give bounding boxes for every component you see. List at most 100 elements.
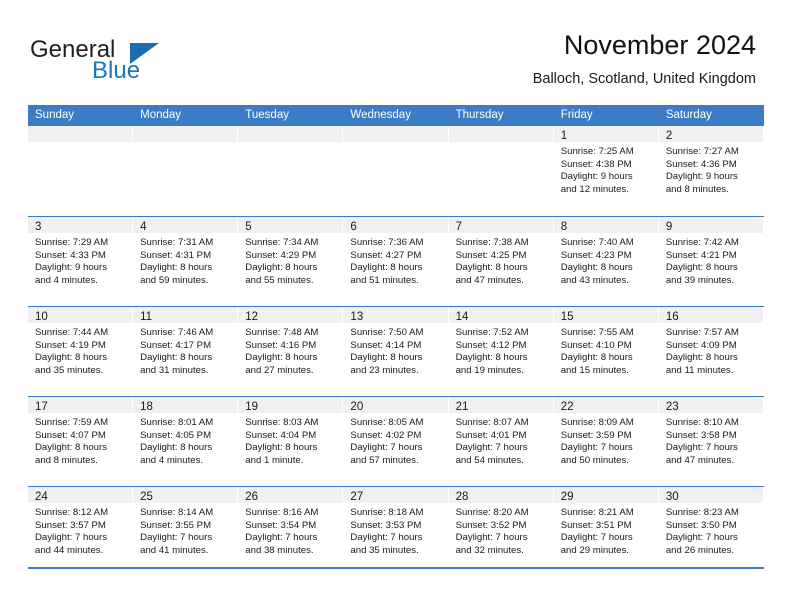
- day-info: Sunrise: 7:44 AM Sunset: 4:19 PM Dayligh…: [28, 323, 132, 377]
- daylight-text-line1: Daylight: 8 hours: [35, 442, 107, 454]
- day-cell[interactable]: 24 Sunrise: 8:12 AM Sunset: 3:57 PM Dayl…: [28, 487, 134, 576]
- day-number-band: [343, 126, 448, 142]
- day-cell[interactable]: 22 Sunrise: 8:09 AM Sunset: 3:59 PM Dayl…: [553, 397, 659, 486]
- day-info: Sunrise: 7:55 AM Sunset: 4:10 PM Dayligh…: [554, 323, 658, 377]
- week-row: 10 Sunrise: 7:44 AM Sunset: 4:19 PM Dayl…: [28, 306, 764, 396]
- sunset-text: Sunset: 4:27 PM: [350, 249, 422, 261]
- day-number: 16: [665, 311, 679, 323]
- day-number-band: 1: [553, 126, 658, 142]
- day-number-band: 8: [553, 217, 658, 233]
- day-cell[interactable]: 12 Sunrise: 7:48 AM Sunset: 4:16 PM Dayl…: [238, 307, 344, 396]
- daylight-text-line2: and 31 minutes.: [140, 364, 209, 376]
- day-number: [449, 130, 456, 142]
- daylight-text-line2: and 8 minutes.: [35, 454, 98, 466]
- day-cell[interactable]: 3 Sunrise: 7:29 AM Sunset: 4:33 PM Dayli…: [28, 217, 134, 306]
- day-number-band: 6: [343, 217, 448, 233]
- logo-text-blue: Blue: [92, 57, 141, 84]
- sunset-text: Sunset: 4:16 PM: [245, 339, 317, 351]
- day-cell[interactable]: 19 Sunrise: 8:03 AM Sunset: 4:04 PM Dayl…: [238, 397, 344, 486]
- day-cell[interactable]: 16 Sunrise: 7:57 AM Sunset: 4:09 PM Dayl…: [658, 307, 764, 396]
- sunset-text: Sunset: 3:57 PM: [35, 519, 106, 531]
- day-cell[interactable]: 18 Sunrise: 8:01 AM Sunset: 4:05 PM Dayl…: [133, 397, 239, 486]
- day-number: 13: [350, 311, 364, 323]
- day-cell[interactable]: 6 Sunrise: 7:36 AM Sunset: 4:27 PM Dayli…: [343, 217, 449, 306]
- day-cell[interactable]: 30 Sunrise: 8:23 AM Sunset: 3:50 PM Dayl…: [658, 487, 764, 576]
- day-cell[interactable]: 2 Sunrise: 7:27 AM Sunset: 4:36 PM Dayli…: [658, 126, 764, 216]
- day-info: Sunrise: 8:05 AM Sunset: 4:02 PM Dayligh…: [343, 413, 447, 467]
- day-cell[interactable]: 27 Sunrise: 8:18 AM Sunset: 3:53 PM Dayl…: [343, 487, 449, 576]
- day-cell: [448, 126, 554, 216]
- daylight-text-line1: Daylight: 8 hours: [245, 262, 318, 274]
- day-cell[interactable]: 23 Sunrise: 8:10 AM Sunset: 3:58 PM Dayl…: [658, 397, 764, 486]
- day-cell[interactable]: 8 Sunrise: 7:40 AM Sunset: 4:23 PM Dayli…: [553, 217, 659, 306]
- day-cell[interactable]: 7 Sunrise: 7:38 AM Sunset: 4:25 PM Dayli…: [448, 217, 554, 306]
- day-number: 27: [350, 491, 364, 503]
- daylight-text-line1: Daylight: 7 hours: [560, 442, 633, 454]
- day-number: 29: [560, 491, 574, 503]
- weekday-header-wednesday: Wednesday: [350, 109, 411, 121]
- day-cell[interactable]: 21 Sunrise: 8:07 AM Sunset: 4:01 PM Dayl…: [448, 397, 554, 486]
- daylight-text-line1: Daylight: 9 hours: [665, 171, 738, 183]
- daylight-text-line2: and 26 minutes.: [665, 544, 735, 556]
- day-cell: [343, 126, 449, 216]
- day-cell[interactable]: 26 Sunrise: 8:16 AM Sunset: 3:54 PM Dayl…: [238, 487, 344, 576]
- day-number-band: 10: [28, 307, 133, 323]
- week-row: 3 Sunrise: 7:29 AM Sunset: 4:33 PM Dayli…: [28, 216, 764, 306]
- sunrise-text: Sunrise: 7:25 AM: [560, 146, 634, 157]
- sunrise-text: Sunrise: 8:23 AM: [665, 507, 739, 518]
- day-info: Sunrise: 7:46 AM Sunset: 4:17 PM Dayligh…: [133, 323, 237, 377]
- daylight-text-line2: and 15 minutes.: [560, 364, 629, 376]
- day-number-band: 3: [28, 217, 133, 233]
- day-cell[interactable]: 13 Sunrise: 7:50 AM Sunset: 4:14 PM Dayl…: [343, 307, 449, 396]
- day-info: Sunrise: 8:23 AM Sunset: 3:50 PM Dayligh…: [659, 503, 763, 557]
- sunset-text: Sunset: 4:17 PM: [140, 339, 212, 351]
- day-number-band: 30: [658, 487, 763, 503]
- day-number: [133, 130, 140, 142]
- day-cell[interactable]: 11 Sunrise: 7:46 AM Sunset: 4:17 PM Dayl…: [133, 307, 239, 396]
- daylight-text-line2: and 43 minutes.: [560, 274, 629, 286]
- daylight-text-line1: Daylight: 8 hours: [665, 352, 738, 364]
- day-cell[interactable]: 17 Sunrise: 7:59 AM Sunset: 4:07 PM Dayl…: [28, 397, 134, 486]
- day-number-band: 19: [238, 397, 343, 413]
- day-number: 10: [35, 311, 48, 323]
- sunset-text: Sunset: 4:33 PM: [35, 249, 106, 261]
- sunrise-text: Sunrise: 8:10 AM: [665, 417, 739, 428]
- day-number: 15: [560, 311, 574, 323]
- day-cell[interactable]: 1 Sunrise: 7:25 AM Sunset: 4:38 PM Dayli…: [553, 126, 659, 216]
- day-info: Sunrise: 7:57 AM Sunset: 4:09 PM Dayligh…: [659, 323, 763, 377]
- day-number: 11: [140, 311, 153, 323]
- day-cell[interactable]: 28 Sunrise: 8:20 AM Sunset: 3:52 PM Dayl…: [448, 487, 554, 576]
- daylight-text-line1: Daylight: 8 hours: [560, 262, 633, 274]
- day-cell[interactable]: 25 Sunrise: 8:14 AM Sunset: 3:55 PM Dayl…: [133, 487, 239, 576]
- daylight-text-line1: Daylight: 8 hours: [455, 262, 528, 274]
- daylight-text-line1: Daylight: 8 hours: [350, 262, 423, 274]
- day-number: 28: [455, 491, 469, 503]
- day-number-band: 16: [658, 307, 763, 323]
- day-cell[interactable]: 5 Sunrise: 7:34 AM Sunset: 4:29 PM Dayli…: [238, 217, 344, 306]
- sunset-text: Sunset: 4:09 PM: [665, 339, 737, 351]
- sunset-text: Sunset: 3:55 PM: [140, 519, 212, 531]
- day-cell: [238, 126, 344, 216]
- sunset-text: Sunset: 3:50 PM: [665, 519, 737, 531]
- day-cell[interactable]: 4 Sunrise: 7:31 AM Sunset: 4:31 PM Dayli…: [133, 217, 239, 306]
- general-blue-logo[interactable]: General Blue: [30, 36, 210, 88]
- day-number: 9: [665, 221, 673, 233]
- day-cell[interactable]: 10 Sunrise: 7:44 AM Sunset: 4:19 PM Dayl…: [28, 307, 134, 396]
- day-cell[interactable]: 20 Sunrise: 8:05 AM Sunset: 4:02 PM Dayl…: [343, 397, 449, 486]
- daylight-text-line2: and 1 minute.: [245, 454, 304, 466]
- sunrise-text: Sunrise: 7:29 AM: [35, 237, 109, 248]
- day-info: Sunrise: 7:38 AM Sunset: 4:25 PM Dayligh…: [449, 233, 553, 287]
- sunset-text: Sunset: 4:10 PM: [560, 339, 632, 351]
- day-number-band: 12: [238, 307, 343, 323]
- day-cell[interactable]: 15 Sunrise: 7:55 AM Sunset: 4:10 PM Dayl…: [553, 307, 659, 396]
- day-number-band: 26: [238, 487, 343, 503]
- day-cell[interactable]: 9 Sunrise: 7:42 AM Sunset: 4:21 PM Dayli…: [658, 217, 764, 306]
- day-number: 25: [140, 491, 153, 503]
- day-number-band: 28: [448, 487, 553, 503]
- day-number-band: 18: [133, 397, 238, 413]
- day-cell[interactable]: 14 Sunrise: 7:52 AM Sunset: 4:12 PM Dayl…: [448, 307, 554, 396]
- day-cell[interactable]: 29 Sunrise: 8:21 AM Sunset: 3:51 PM Dayl…: [553, 487, 659, 576]
- day-info: Sunrise: 7:59 AM Sunset: 4:07 PM Dayligh…: [28, 413, 132, 467]
- sunrise-text: Sunrise: 7:55 AM: [560, 327, 634, 338]
- daylight-text-line1: Daylight: 8 hours: [35, 352, 107, 364]
